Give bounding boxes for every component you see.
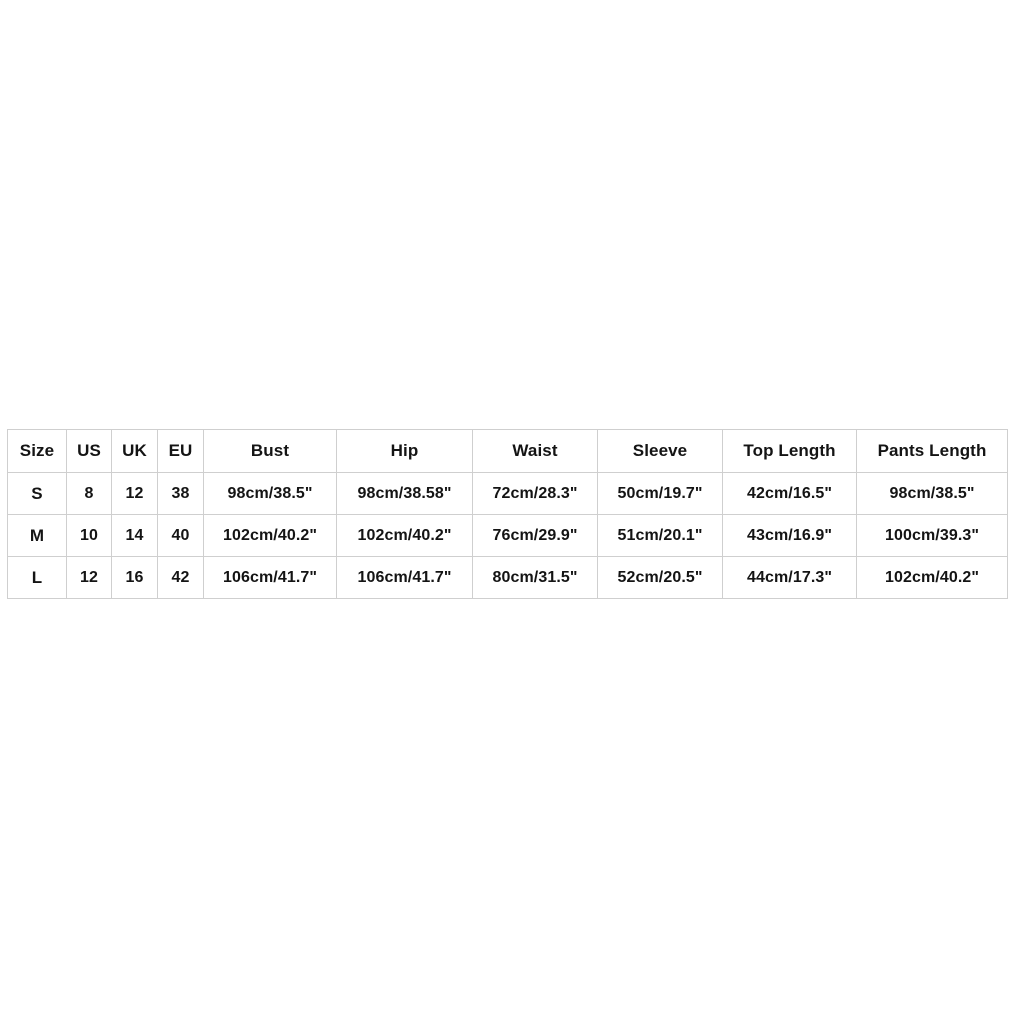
cell-pants-length: 100cm/39.3" <box>856 514 1008 557</box>
cell-us: 12 <box>66 556 112 599</box>
column-header-waist: Waist <box>472 429 598 473</box>
column-header-hip: Hip <box>336 429 473 473</box>
cell-us: 8 <box>66 472 112 515</box>
cell-waist: 72cm/28.3" <box>472 472 598 515</box>
table-body: S 8 12 38 98cm/38.5" 98cm/38.58" 72cm/28… <box>7 472 1008 599</box>
table-header: Size US UK EU Bust Hip Waist Sleeve Top … <box>7 429 1008 473</box>
page-canvas: Size US UK EU Bust Hip Waist Sleeve Top … <box>0 0 1024 1024</box>
cell-uk: 16 <box>111 556 158 599</box>
size-chart-table: Size US UK EU Bust Hip Waist Sleeve Top … <box>7 429 1008 599</box>
column-header-sleeve: Sleeve <box>597 429 723 473</box>
cell-eu: 40 <box>157 514 204 557</box>
cell-top-length: 42cm/16.5" <box>722 472 857 515</box>
column-header-top-length: Top Length <box>722 429 857 473</box>
cell-size: M <box>7 514 67 557</box>
table-header-row: Size US UK EU Bust Hip Waist Sleeve Top … <box>7 429 1008 473</box>
table-row: M 10 14 40 102cm/40.2" 102cm/40.2" 76cm/… <box>7 514 1008 557</box>
cell-hip: 102cm/40.2" <box>336 514 473 557</box>
column-header-bust: Bust <box>203 429 337 473</box>
cell-waist: 76cm/29.9" <box>472 514 598 557</box>
table-row: S 8 12 38 98cm/38.5" 98cm/38.58" 72cm/28… <box>7 472 1008 515</box>
column-header-eu: EU <box>157 429 204 473</box>
cell-pants-length: 102cm/40.2" <box>856 556 1008 599</box>
column-header-us: US <box>66 429 112 473</box>
cell-bust: 106cm/41.7" <box>203 556 337 599</box>
table-row: L 12 16 42 106cm/41.7" 106cm/41.7" 80cm/… <box>7 556 1008 599</box>
cell-us: 10 <box>66 514 112 557</box>
cell-eu: 42 <box>157 556 204 599</box>
cell-top-length: 43cm/16.9" <box>722 514 857 557</box>
cell-hip: 98cm/38.58" <box>336 472 473 515</box>
cell-hip: 106cm/41.7" <box>336 556 473 599</box>
column-header-uk: UK <box>111 429 158 473</box>
cell-uk: 12 <box>111 472 158 515</box>
column-header-size: Size <box>7 429 67 473</box>
column-header-pants-length: Pants Length <box>856 429 1008 473</box>
cell-pants-length: 98cm/38.5" <box>856 472 1008 515</box>
cell-eu: 38 <box>157 472 204 515</box>
cell-waist: 80cm/31.5" <box>472 556 598 599</box>
cell-sleeve: 51cm/20.1" <box>597 514 723 557</box>
cell-sleeve: 52cm/20.5" <box>597 556 723 599</box>
size-chart-container: Size US UK EU Bust Hip Waist Sleeve Top … <box>7 429 1008 599</box>
cell-size: S <box>7 472 67 515</box>
cell-uk: 14 <box>111 514 158 557</box>
cell-bust: 98cm/38.5" <box>203 472 337 515</box>
cell-bust: 102cm/40.2" <box>203 514 337 557</box>
cell-sleeve: 50cm/19.7" <box>597 472 723 515</box>
cell-size: L <box>7 556 67 599</box>
cell-top-length: 44cm/17.3" <box>722 556 857 599</box>
